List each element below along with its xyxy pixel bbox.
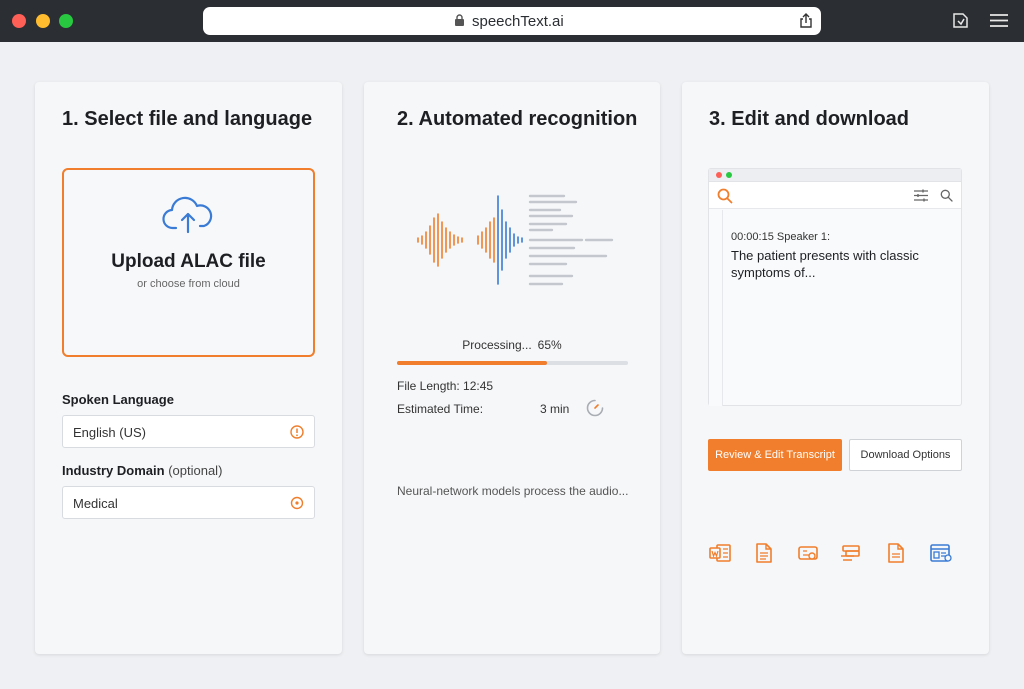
lock-icon bbox=[455, 14, 464, 26]
editor-zoom-dot bbox=[726, 172, 732, 178]
progress-bar-fill bbox=[397, 361, 548, 365]
industry-domain-label-text: Industry Domain bbox=[62, 463, 165, 478]
editor-toolbar bbox=[709, 182, 961, 209]
transcript-segment[interactable]: 00:00:15 Speaker 1: The patient presents… bbox=[731, 231, 951, 281]
upload-dropzone[interactable]: Upload ALAC file or choose from cloud bbox=[62, 168, 315, 357]
zoom-window-button[interactable] bbox=[59, 14, 73, 28]
editor-titlebar bbox=[709, 169, 961, 182]
browser-toolbar: speechText.ai bbox=[0, 0, 1024, 42]
text-lines bbox=[528, 194, 614, 286]
optional-label: (optional) bbox=[168, 463, 223, 478]
menu-icon[interactable] bbox=[990, 13, 1008, 28]
orange-waveform bbox=[417, 213, 495, 267]
estimated-time-value: 3 min bbox=[540, 402, 570, 416]
editor-search-icon[interactable] bbox=[940, 189, 953, 202]
spoken-language-select[interactable]: English (US) bbox=[62, 415, 315, 448]
minimize-window-button[interactable] bbox=[36, 14, 50, 28]
txt-doc-icon[interactable] bbox=[755, 543, 773, 563]
sidebar-tab-icon[interactable] bbox=[951, 11, 970, 30]
blue-waveform bbox=[497, 195, 523, 285]
loading-spinner-icon bbox=[586, 399, 604, 417]
transcript-editor-preview: 00:00:15 Speaker 1: The patient presents… bbox=[708, 168, 962, 406]
processing-percent: 65% bbox=[537, 338, 562, 352]
download-options-button[interactable]: Download Options bbox=[849, 439, 962, 471]
industry-domain-value: Medical bbox=[73, 496, 118, 511]
cloud-upload-icon bbox=[162, 196, 213, 234]
step-1-title: 1. Select file and language bbox=[62, 108, 313, 130]
editor-close-dot bbox=[716, 172, 722, 178]
audio-to-text-illustration bbox=[417, 194, 614, 286]
dropdown-circle-icon bbox=[290, 496, 304, 510]
address-bar[interactable]: speechText.ai bbox=[203, 7, 821, 35]
url-text: speechText.ai bbox=[472, 13, 564, 30]
review-edit-transcript-button[interactable]: Review & Edit Transcript bbox=[708, 439, 842, 471]
industry-domain-select[interactable]: Medical bbox=[62, 486, 315, 519]
editor-gutter bbox=[709, 210, 723, 406]
file-length: File Length: 12:45 bbox=[397, 379, 494, 393]
transcript-timestamp: 00:00:15 Speaker 1: bbox=[731, 231, 831, 243]
word-doc-icon[interactable] bbox=[708, 543, 732, 563]
step-select-file-card: 1. Select file and language Upload ALAC … bbox=[35, 82, 342, 654]
step-2-title: 2. Automated recognition bbox=[397, 108, 638, 130]
pdf-doc-icon[interactable] bbox=[887, 543, 905, 563]
choose-from-cloud-link[interactable]: or choose from cloud bbox=[64, 278, 313, 290]
estimated-time-label: Estimated Time: bbox=[397, 402, 484, 416]
spoken-language-label: Spoken Language bbox=[62, 392, 174, 407]
json-format-icon[interactable] bbox=[929, 543, 953, 563]
transcript-text[interactable]: The patient presents with classic sympto… bbox=[731, 247, 951, 281]
share-icon[interactable] bbox=[799, 13, 813, 29]
search-icon[interactable] bbox=[717, 188, 733, 204]
step-edit-download-card: 3. Edit and download 00:00:15 Speaker 1:… bbox=[682, 82, 989, 654]
industry-domain-label: Industry Domain (optional) bbox=[62, 463, 222, 478]
step-3-title: 3. Edit and download bbox=[709, 108, 909, 130]
filter-settings-icon[interactable] bbox=[914, 189, 928, 202]
progress-bar bbox=[397, 361, 628, 365]
processing-label: Processing... bbox=[462, 338, 532, 352]
table-format-icon[interactable] bbox=[840, 543, 862, 563]
subtitle-icon[interactable] bbox=[797, 543, 819, 563]
spoken-language-value: English (US) bbox=[73, 425, 146, 440]
close-window-button[interactable] bbox=[12, 14, 26, 28]
processing-status: Processing... 65% bbox=[364, 338, 660, 352]
main-content: 1. Select file and language Upload ALAC … bbox=[0, 42, 1024, 689]
recognition-description: Neural-network models process the audio.… bbox=[397, 484, 629, 498]
upload-title: Upload ALAC file bbox=[111, 251, 266, 272]
info-icon bbox=[290, 425, 304, 439]
step-recognition-card: 2. Automated recognition Processing... 65… bbox=[364, 82, 660, 654]
